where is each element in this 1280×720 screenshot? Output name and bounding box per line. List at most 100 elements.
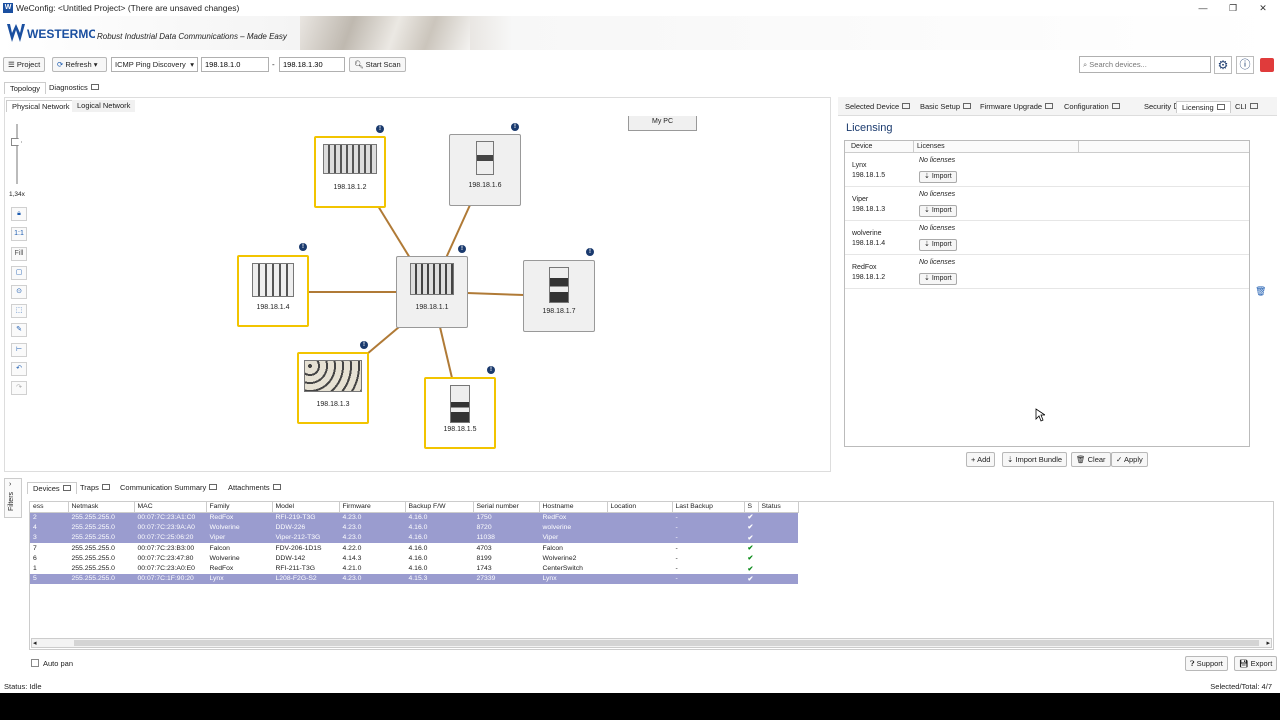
minimize-button[interactable]: — — [1188, 1, 1218, 15]
table-row[interactable]: 6 255.255.255.0 00:07:7C:23:47:80 Wolverine… — [30, 553, 798, 563]
search-devices-input[interactable]: ⌕ Search devices... — [1079, 56, 1211, 73]
col-header[interactable]: Status — [758, 502, 799, 513]
undock-icon[interactable] — [963, 103, 972, 110]
warning-badge-icon[interactable]: ! — [376, 125, 384, 133]
device-node[interactable]: 198.18.1.6 — [449, 134, 521, 206]
support-button[interactable]: ❓︎ Support — [1185, 656, 1228, 671]
license-row[interactable]: Viper 198.18.1.3 No licenses ⇣ Import — [845, 187, 1249, 221]
col-header[interactable]: Backup F/W — [405, 502, 474, 513]
undock-icon[interactable] — [209, 484, 218, 491]
tab-label: Basic Setup — [920, 102, 961, 111]
undock-icon[interactable] — [1216, 104, 1225, 111]
my-pc-node[interactable]: My PC — [628, 116, 697, 131]
import-license-button[interactable]: ⇣ Import — [919, 205, 957, 217]
table-cell: 1743 — [476, 565, 492, 573]
license-status: No licenses — [919, 225, 956, 232]
table-cell: CenterSwitch — [542, 565, 583, 573]
export-button[interactable]: 💾︎ Export — [1234, 656, 1278, 671]
table-cell: Viper — [206, 532, 272, 543]
warning-badge-icon[interactable]: ! — [360, 341, 368, 349]
col-header[interactable]: ess — [30, 502, 69, 513]
undock-icon[interactable] — [1249, 103, 1258, 110]
undock-icon[interactable] — [1045, 103, 1054, 110]
warning-badge-icon[interactable]: ! — [586, 248, 594, 256]
filters-sidebar[interactable]: › Filters — [4, 478, 24, 674]
license-row[interactable]: RedFox 198.18.1.2 No licenses ⇣ Import — [845, 255, 1249, 289]
import-license-button[interactable]: ⇣ Import — [919, 273, 957, 285]
tab-basic-setup[interactable]: Basic Setup — [915, 101, 976, 113]
trash-icon[interactable]: 🗑︎ — [1255, 286, 1266, 297]
warning-badge-icon[interactable]: ! — [487, 366, 495, 374]
col-header[interactable]: Hostname — [539, 502, 608, 513]
import-label: Import — [931, 207, 952, 214]
horizontal-scrollbar[interactable]: ◂ ▸ — [31, 638, 1272, 648]
undock-icon[interactable] — [902, 103, 911, 110]
table-cell: 4703 — [476, 544, 492, 552]
table-row[interactable]: 4 255.255.255.0 00:07:7C:23:9A:A0 Wolverine… — [30, 522, 798, 533]
import-bundle-button[interactable]: ⇣ Import Bundle — [1002, 452, 1068, 467]
stop-icon[interactable] — [1260, 58, 1274, 72]
table-row[interactable]: 2 255.255.255.0 00:07:7C:23:A1:C0 RedFox RFI… — [30, 512, 798, 523]
table-row[interactable]: 5 255.255.255.0 00:07:7C:1F:90:20 Lynx L208-… — [30, 573, 798, 585]
device-node[interactable]: 198.18.1.2 — [314, 136, 386, 208]
tab-communication-summary[interactable]: Communication Summary — [115, 482, 222, 494]
tab-cli[interactable]: CLI — [1230, 101, 1263, 113]
close-button[interactable]: ✕ — [1248, 1, 1278, 15]
tab-selected-device[interactable]: Selected Device — [840, 101, 915, 113]
warning-badge-icon[interactable]: ! — [511, 123, 519, 131]
apply-button[interactable]: ✓ Apply — [1111, 452, 1148, 467]
col-header[interactable]: Serial number — [473, 502, 540, 513]
tab-licensing[interactable]: Licensing — [1176, 101, 1231, 113]
import-label: Import — [931, 241, 952, 248]
scroll-left-icon[interactable]: ◂ — [33, 639, 37, 647]
add-license-button[interactable]: + Add — [966, 452, 996, 467]
tab-attachments[interactable]: Attachments — [223, 482, 286, 494]
col-header[interactable]: MAC — [134, 502, 207, 513]
undock-icon[interactable] — [62, 485, 71, 492]
tab-configuration[interactable]: Configuration — [1059, 101, 1125, 113]
import-icon: ⇣ — [924, 207, 930, 214]
device-node[interactable]: 198.18.1.1 — [396, 256, 468, 328]
tab-devices[interactable]: Devices — [27, 482, 77, 494]
device-node[interactable]: 198.18.1.5 — [424, 377, 496, 449]
auto-pan-label: Auto pan — [43, 659, 74, 668]
col-header[interactable]: Location — [607, 502, 673, 513]
table-row[interactable]: 3 255.255.255.0 00:07:7C:25:06:20 Viper Vipe… — [30, 532, 798, 543]
undock-icon[interactable] — [272, 484, 281, 491]
warning-badge-icon[interactable]: ! — [458, 245, 466, 253]
table-cell: 255.255.255.0 — [71, 554, 115, 562]
tab-firmware-upgrade[interactable]: Firmware Upgrade — [975, 101, 1058, 113]
device-node[interactable]: 198.18.1.7 — [523, 260, 595, 332]
table-cell: - — [675, 544, 678, 552]
table-cell: - — [672, 573, 744, 585]
settings-gear-icon[interactable]: ⚙ — [1214, 56, 1232, 74]
clear-button[interactable]: 🗑︎ Clear — [1071, 452, 1111, 467]
info-icon[interactable]: ⓘ — [1236, 56, 1254, 74]
col-header[interactable]: S — [744, 502, 759, 513]
undock-icon[interactable] — [101, 484, 110, 491]
scrollbar-thumb[interactable] — [74, 640, 1259, 646]
col-header[interactable]: Model — [272, 502, 340, 513]
col-header[interactable]: Family — [206, 502, 273, 513]
scroll-right-icon[interactable]: ▸ — [1266, 639, 1270, 647]
tab-traps[interactable]: Traps — [75, 482, 115, 494]
undock-icon[interactable] — [1111, 103, 1120, 110]
license-row[interactable]: Lynx 198.18.1.5 No licenses ⇣ Import — [845, 153, 1249, 187]
table-cell — [607, 553, 672, 563]
maximize-button[interactable]: ❐ — [1218, 1, 1248, 15]
license-status: No licenses — [919, 191, 956, 198]
import-license-button[interactable]: ⇣ Import — [919, 239, 957, 251]
device-node[interactable]: 198.18.1.4 — [237, 255, 309, 327]
warning-badge-icon[interactable]: ! — [299, 243, 307, 251]
table-cell: 00:07:7C:23:9A:A0 — [134, 522, 206, 533]
import-license-button[interactable]: ⇣ Import — [919, 171, 957, 183]
col-header[interactable]: Firmware — [339, 502, 406, 513]
table-row[interactable]: 1 255.255.255.0 00:07:7C:23:A0:E0 RedFox RFI… — [30, 563, 798, 573]
col-header[interactable]: Last Backup — [672, 502, 745, 513]
devices-grid: ess Netmask MAC Family Model Firmware Ba… — [30, 502, 799, 585]
license-row[interactable]: wolverine 198.18.1.4 No licenses ⇣ Import — [845, 221, 1249, 255]
device-node[interactable]: 198.18.1.3 — [297, 352, 369, 424]
auto-pan-checkbox[interactable] — [31, 659, 39, 667]
col-header[interactable]: Netmask — [68, 502, 135, 513]
table-row[interactable]: 7 255.255.255.0 00:07:7C:23:B3:00 Falcon FDV… — [30, 543, 798, 553]
